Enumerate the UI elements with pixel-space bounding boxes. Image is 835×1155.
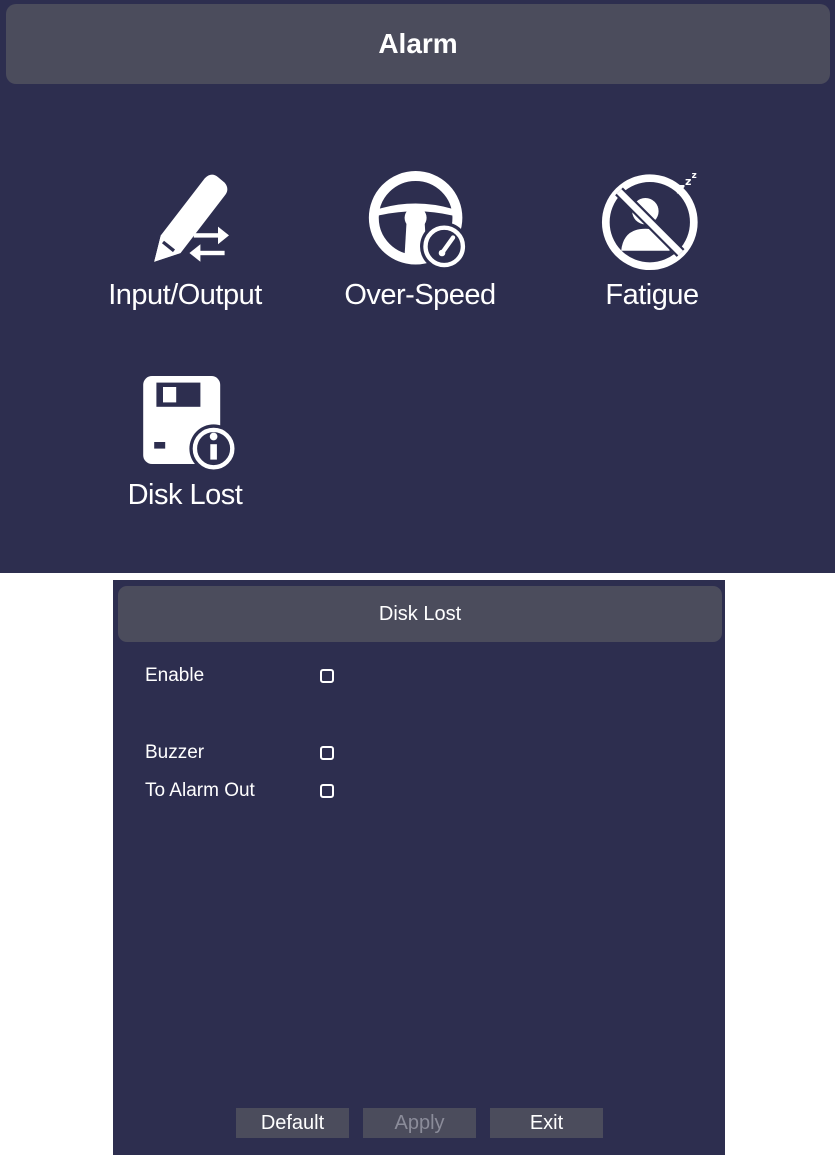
alarm-out-label: To Alarm Out — [145, 780, 255, 801]
tile-fatigue[interactable]: z z z Fatigue — [552, 165, 752, 335]
alarm-title: Alarm — [378, 28, 458, 59]
exit-button[interactable]: Exit — [490, 1108, 603, 1138]
enable-checkbox[interactable] — [320, 669, 334, 683]
steering-speedometer-icon — [368, 171, 469, 271]
buzzer-row: Buzzer — [145, 741, 334, 765]
tile-over-speed[interactable]: Over-Speed — [320, 165, 520, 335]
tile-label: Fatigue — [605, 279, 699, 311]
dialog-title: Disk Lost — [378, 602, 462, 625]
alarm-menu-panel: Alarm Input/Output Over-Speed z z z Fati… — [0, 0, 835, 573]
alarm-out-row: To Alarm Out — [145, 779, 334, 803]
floppy-disk-info-icon — [143, 376, 238, 473]
alarm-out-checkbox[interactable] — [320, 784, 334, 798]
enable-label: Enable — [145, 665, 205, 686]
apply-button[interactable]: Apply — [363, 1108, 476, 1138]
default-button[interactable]: Default — [236, 1108, 349, 1138]
svg-text:z: z — [685, 175, 691, 188]
tile-label: Input/Output — [108, 279, 262, 311]
disk-lost-dialog: Disk Lost Enable Buzzer To Alarm Out Def… — [113, 580, 725, 1155]
buzzer-checkbox[interactable] — [320, 746, 334, 760]
svg-text:z: z — [692, 171, 697, 181]
enable-row: Enable — [145, 664, 334, 688]
alarm-title-bar: Alarm — [6, 4, 830, 84]
tile-disk-lost[interactable]: Disk Lost — [85, 365, 285, 535]
buzzer-label: Buzzer — [145, 742, 205, 763]
pencil-arrows-icon — [154, 174, 229, 262]
no-sleep-driver-icon: z z z — [601, 171, 698, 271]
tile-input-output[interactable]: Input/Output — [85, 165, 285, 335]
tile-label: Over-Speed — [344, 279, 496, 311]
svg-text:z: z — [676, 180, 685, 198]
dialog-title-bar: Disk Lost — [118, 586, 722, 642]
tile-label: Disk Lost — [127, 479, 243, 511]
